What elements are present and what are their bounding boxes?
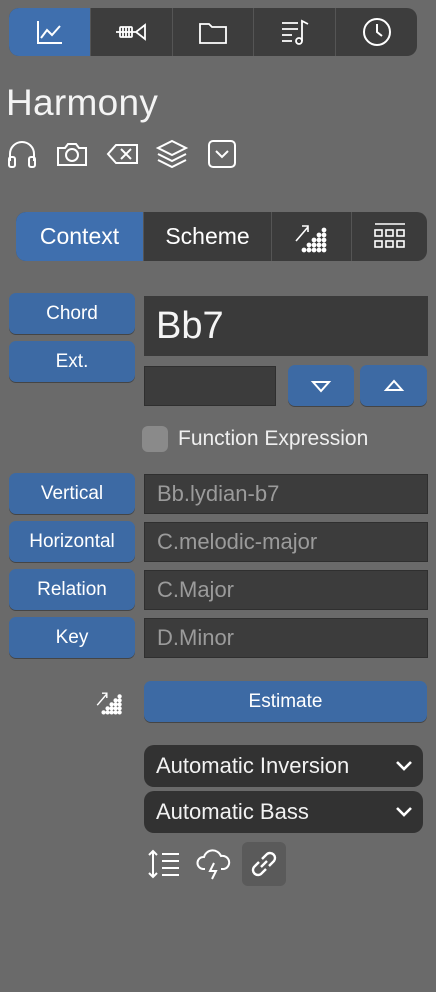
chord-button-label: Chord (46, 302, 98, 324)
key-button-label: Key (55, 626, 89, 648)
folder-icon (199, 23, 227, 44)
inversion-select-value: Automatic Inversion (156, 753, 350, 778)
tab-chart[interactable] (9, 8, 90, 56)
top-tab-bar (9, 8, 417, 56)
bass-select[interactable]: Automatic Bass (144, 791, 423, 833)
key-field[interactable]: D.Minor (144, 618, 428, 658)
layers-button[interactable] (154, 136, 190, 172)
listen-button[interactable] (4, 136, 40, 172)
delete-icon (106, 144, 138, 164)
camera-icon (57, 143, 87, 166)
step-up-button[interactable] (360, 365, 427, 406)
tab-scheme-label: Scheme (165, 223, 250, 249)
link-icon (251, 851, 277, 877)
triangle-down-icon (310, 380, 332, 393)
layers-icon (155, 139, 189, 169)
relation-field[interactable]: C.Major (144, 570, 428, 610)
estimate-button-label: Estimate (248, 690, 323, 712)
bass-select-value: Automatic Bass (156, 799, 309, 824)
relation-button[interactable]: Relation (9, 569, 135, 610)
relation-button-label: Relation (37, 578, 107, 600)
tab-context[interactable]: Context (16, 212, 143, 261)
chevron-down-icon (396, 807, 412, 817)
vertical-button-label: Vertical (40, 482, 104, 504)
horizontal-button[interactable]: Horizontal (9, 521, 135, 562)
horizontal-field[interactable]: C.melodic-major (144, 522, 428, 562)
chart-icon (37, 21, 63, 44)
expand-button[interactable] (204, 136, 240, 172)
horizontal-button-label: Horizontal (29, 530, 115, 552)
chord-button[interactable]: Chord (9, 293, 135, 334)
dropdown-box-icon (208, 140, 236, 168)
panel-title: Harmony (6, 82, 159, 123)
inversion-select[interactable]: Automatic Inversion (144, 745, 423, 787)
function-expression-label: Function Expression (178, 427, 369, 450)
bottom-icon-row (142, 842, 286, 886)
chevron-down-icon (396, 761, 412, 771)
key-button[interactable]: Key (9, 617, 135, 658)
delete-button[interactable] (104, 136, 140, 172)
function-expression-checkbox[interactable] (142, 426, 168, 452)
ext-button-label: Ext. (55, 350, 89, 372)
ext-field[interactable] (144, 366, 276, 406)
tool-icon-row (4, 136, 240, 172)
tab-files[interactable] (171, 8, 254, 56)
tab-instrument[interactable] (89, 8, 172, 56)
tab-grid[interactable] (351, 212, 427, 261)
estimate-button[interactable]: Estimate (144, 681, 427, 722)
vertical-button[interactable]: Vertical (9, 473, 135, 514)
tab-scheme[interactable]: Scheme (143, 212, 271, 261)
spacing-button[interactable] (142, 842, 186, 886)
trumpet-icon (116, 23, 147, 41)
estimate-chart-icon (94, 686, 126, 718)
mode-segment-bar: Context Scheme (16, 212, 427, 261)
chord-field[interactable]: Bb7 (144, 296, 428, 356)
snapshot-button[interactable] (54, 136, 90, 172)
tab-context-label: Context (39, 223, 120, 249)
headphones-icon (8, 141, 36, 168)
link-button[interactable] (242, 842, 286, 886)
tab-analysis[interactable] (271, 212, 351, 261)
tab-playlist[interactable] (253, 8, 335, 56)
music-list-icon (281, 19, 309, 45)
step-down-button[interactable] (288, 365, 354, 406)
chart-dots-icon (294, 224, 326, 252)
randomize-button[interactable] (192, 842, 236, 886)
line-spacing-icon (148, 849, 179, 879)
grid-icon (373, 222, 405, 248)
clock-icon (362, 18, 391, 46)
ext-button[interactable]: Ext. (9, 341, 135, 382)
vertical-field[interactable]: Bb.lydian-b7 (144, 474, 428, 514)
storm-cloud-icon (196, 849, 231, 880)
tab-history[interactable] (335, 8, 417, 56)
triangle-up-icon (383, 378, 404, 391)
